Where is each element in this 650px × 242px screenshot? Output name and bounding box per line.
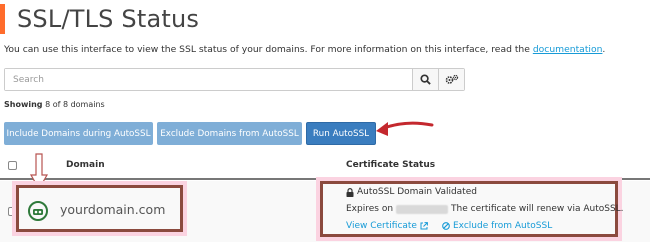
exclude-from-autossl-label: Exclude from AutoSSL bbox=[452, 221, 553, 231]
search-button[interactable] bbox=[412, 69, 438, 90]
expiry-date-redacted bbox=[396, 204, 449, 214]
view-certificate-link[interactable]: View Certificate bbox=[346, 221, 428, 231]
description-end: . bbox=[602, 44, 606, 55]
lock-icon bbox=[346, 187, 354, 197]
search-icon bbox=[420, 74, 431, 85]
documentation-link[interactable]: documentation bbox=[533, 44, 603, 55]
certificate-expiry: Expires on The certificate will renew vi… bbox=[346, 204, 624, 214]
showing-label: Showing bbox=[4, 100, 43, 109]
certificate-status-title: AutoSSL Domain Validated bbox=[346, 187, 477, 197]
settings-button[interactable] bbox=[438, 69, 464, 90]
expires-label: Expires on bbox=[346, 204, 394, 214]
status-title-text: AutoSSL Domain Validated bbox=[357, 187, 477, 197]
gear-icon bbox=[445, 74, 458, 84]
page-title: SSL/TLS Status bbox=[17, 5, 200, 33]
showing-count: Showing 8 of 8 domains bbox=[4, 100, 105, 109]
search-input[interactable] bbox=[5, 69, 412, 90]
validated-lock-icon bbox=[28, 201, 48, 221]
search-bar bbox=[4, 68, 465, 91]
page-description: You can use this interface to view the S… bbox=[4, 44, 605, 55]
column-domain[interactable]: Domain bbox=[66, 160, 105, 170]
renewal-note: The certificate will renew via AutoSSL. bbox=[451, 204, 624, 214]
domain-name: yourdomain.com bbox=[60, 202, 166, 217]
title-accent-bar bbox=[0, 4, 5, 34]
external-link-icon bbox=[420, 222, 428, 230]
include-domains-button[interactable]: Include Domains during AutoSSL bbox=[4, 122, 153, 145]
column-certificate-status[interactable]: Certificate Status bbox=[346, 160, 435, 170]
view-certificate-label: View Certificate bbox=[346, 221, 417, 231]
description-text: You can use this interface to view the S… bbox=[4, 44, 533, 55]
table-header: Domain Certificate Status bbox=[0, 152, 650, 180]
annotation-arrow-icon bbox=[376, 121, 434, 136]
exclude-domains-button[interactable]: Exclude Domains from AutoSSL bbox=[157, 122, 302, 145]
certificate-actions: View Certificate Exclude from AutoSSL bbox=[346, 221, 552, 231]
select-all-checkbox[interactable] bbox=[8, 161, 17, 170]
ban-icon bbox=[442, 222, 450, 230]
showing-value: 8 of 8 domains bbox=[45, 100, 105, 109]
exclude-from-autossl-link[interactable]: Exclude from AutoSSL bbox=[442, 221, 552, 231]
